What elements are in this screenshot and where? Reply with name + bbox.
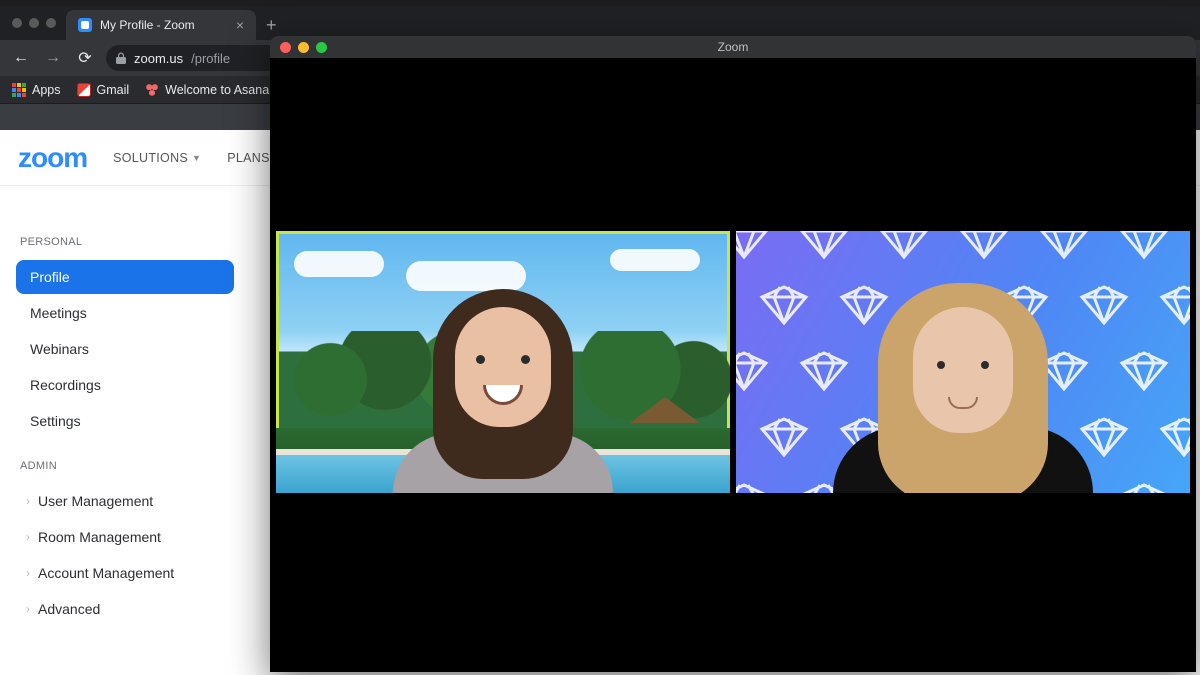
zoom-app-titlebar[interactable]: Zoom <box>270 36 1196 58</box>
sidebar-item-recordings[interactable]: Recordings <box>16 368 234 402</box>
nav-solutions[interactable]: SOLUTIONS ▼ <box>113 151 201 165</box>
gmail-icon <box>77 83 91 97</box>
sidebar-item-meetings[interactable]: Meetings <box>16 296 234 330</box>
url-host: zoom.us <box>134 51 183 66</box>
hut-decoration <box>630 397 700 441</box>
section-label-admin: ADMIN <box>20 460 234 472</box>
chevron-right-icon: › <box>26 530 30 544</box>
zoom-logo[interactable]: zoom <box>18 142 87 174</box>
sidebar-item-label: Account Management <box>38 565 174 581</box>
caret-down-icon: ▼ <box>192 153 201 163</box>
zoom-favicon <box>78 18 92 32</box>
cloud-decoration <box>294 251 384 277</box>
bookmark-label: Gmail <box>97 83 130 97</box>
window-zoom-dot[interactable] <box>46 18 56 28</box>
video-grid <box>276 231 1190 493</box>
section-label-personal: PERSONAL <box>20 236 234 248</box>
participant-video <box>843 263 1083 493</box>
zoom-app-window[interactable]: Zoom <box>270 36 1196 672</box>
back-button[interactable]: ← <box>10 47 32 69</box>
sidebar-item-user-management[interactable]: › User Management <box>16 484 234 518</box>
chevron-right-icon: › <box>26 602 30 616</box>
nav-label: SOLUTIONS <box>113 151 188 165</box>
zoom-web-sidebar: PERSONAL Profile Meetings Webinars Recor… <box>0 212 250 646</box>
tab-title: My Profile - Zoom <box>100 18 195 32</box>
asana-icon <box>145 83 159 97</box>
video-tile-participant-2[interactable] <box>736 231 1190 493</box>
tab-strip: My Profile - Zoom × + <box>0 6 1200 40</box>
sidebar-item-label: Room Management <box>38 529 161 545</box>
sidebar-item-label: Advanced <box>38 601 100 617</box>
sidebar-item-advanced[interactable]: › Advanced <box>16 592 234 626</box>
chevron-right-icon: › <box>26 566 30 580</box>
lock-icon <box>116 52 126 64</box>
apps-icon <box>12 83 26 97</box>
sidebar-item-settings[interactable]: Settings <box>16 404 234 438</box>
participant-video <box>383 263 623 493</box>
nav-plans[interactable]: PLANS <box>227 151 270 165</box>
browser-window-controls[interactable] <box>6 6 66 40</box>
bookmark-label: Welcome to Asana <box>165 83 269 97</box>
video-tile-participant-1[interactable] <box>276 231 730 493</box>
zoom-app-title: Zoom <box>270 40 1196 54</box>
bookmark-label: Apps <box>32 83 61 97</box>
url-path: /profile <box>191 51 230 66</box>
bookmark-asana[interactable]: Welcome to Asana <box>145 83 269 97</box>
sidebar-item-room-management[interactable]: › Room Management <box>16 520 234 554</box>
window-close-dot[interactable] <box>12 18 22 28</box>
tab-close-button[interactable]: × <box>236 18 244 32</box>
sidebar-item-label: User Management <box>38 493 153 509</box>
sidebar-item-profile[interactable]: Profile <box>16 260 234 294</box>
bookmark-gmail[interactable]: Gmail <box>77 83 130 97</box>
forward-button[interactable]: → <box>42 47 64 69</box>
reload-button[interactable]: ⟳ <box>74 47 96 69</box>
cloud-decoration <box>610 249 700 271</box>
browser-tab-zoom-profile[interactable]: My Profile - Zoom × <box>66 10 256 40</box>
sidebar-item-account-management[interactable]: › Account Management <box>16 556 234 590</box>
sidebar-item-webinars[interactable]: Webinars <box>16 332 234 366</box>
bookmark-apps[interactable]: Apps <box>12 83 61 97</box>
chevron-right-icon: › <box>26 494 30 508</box>
window-minimize-dot[interactable] <box>29 18 39 28</box>
